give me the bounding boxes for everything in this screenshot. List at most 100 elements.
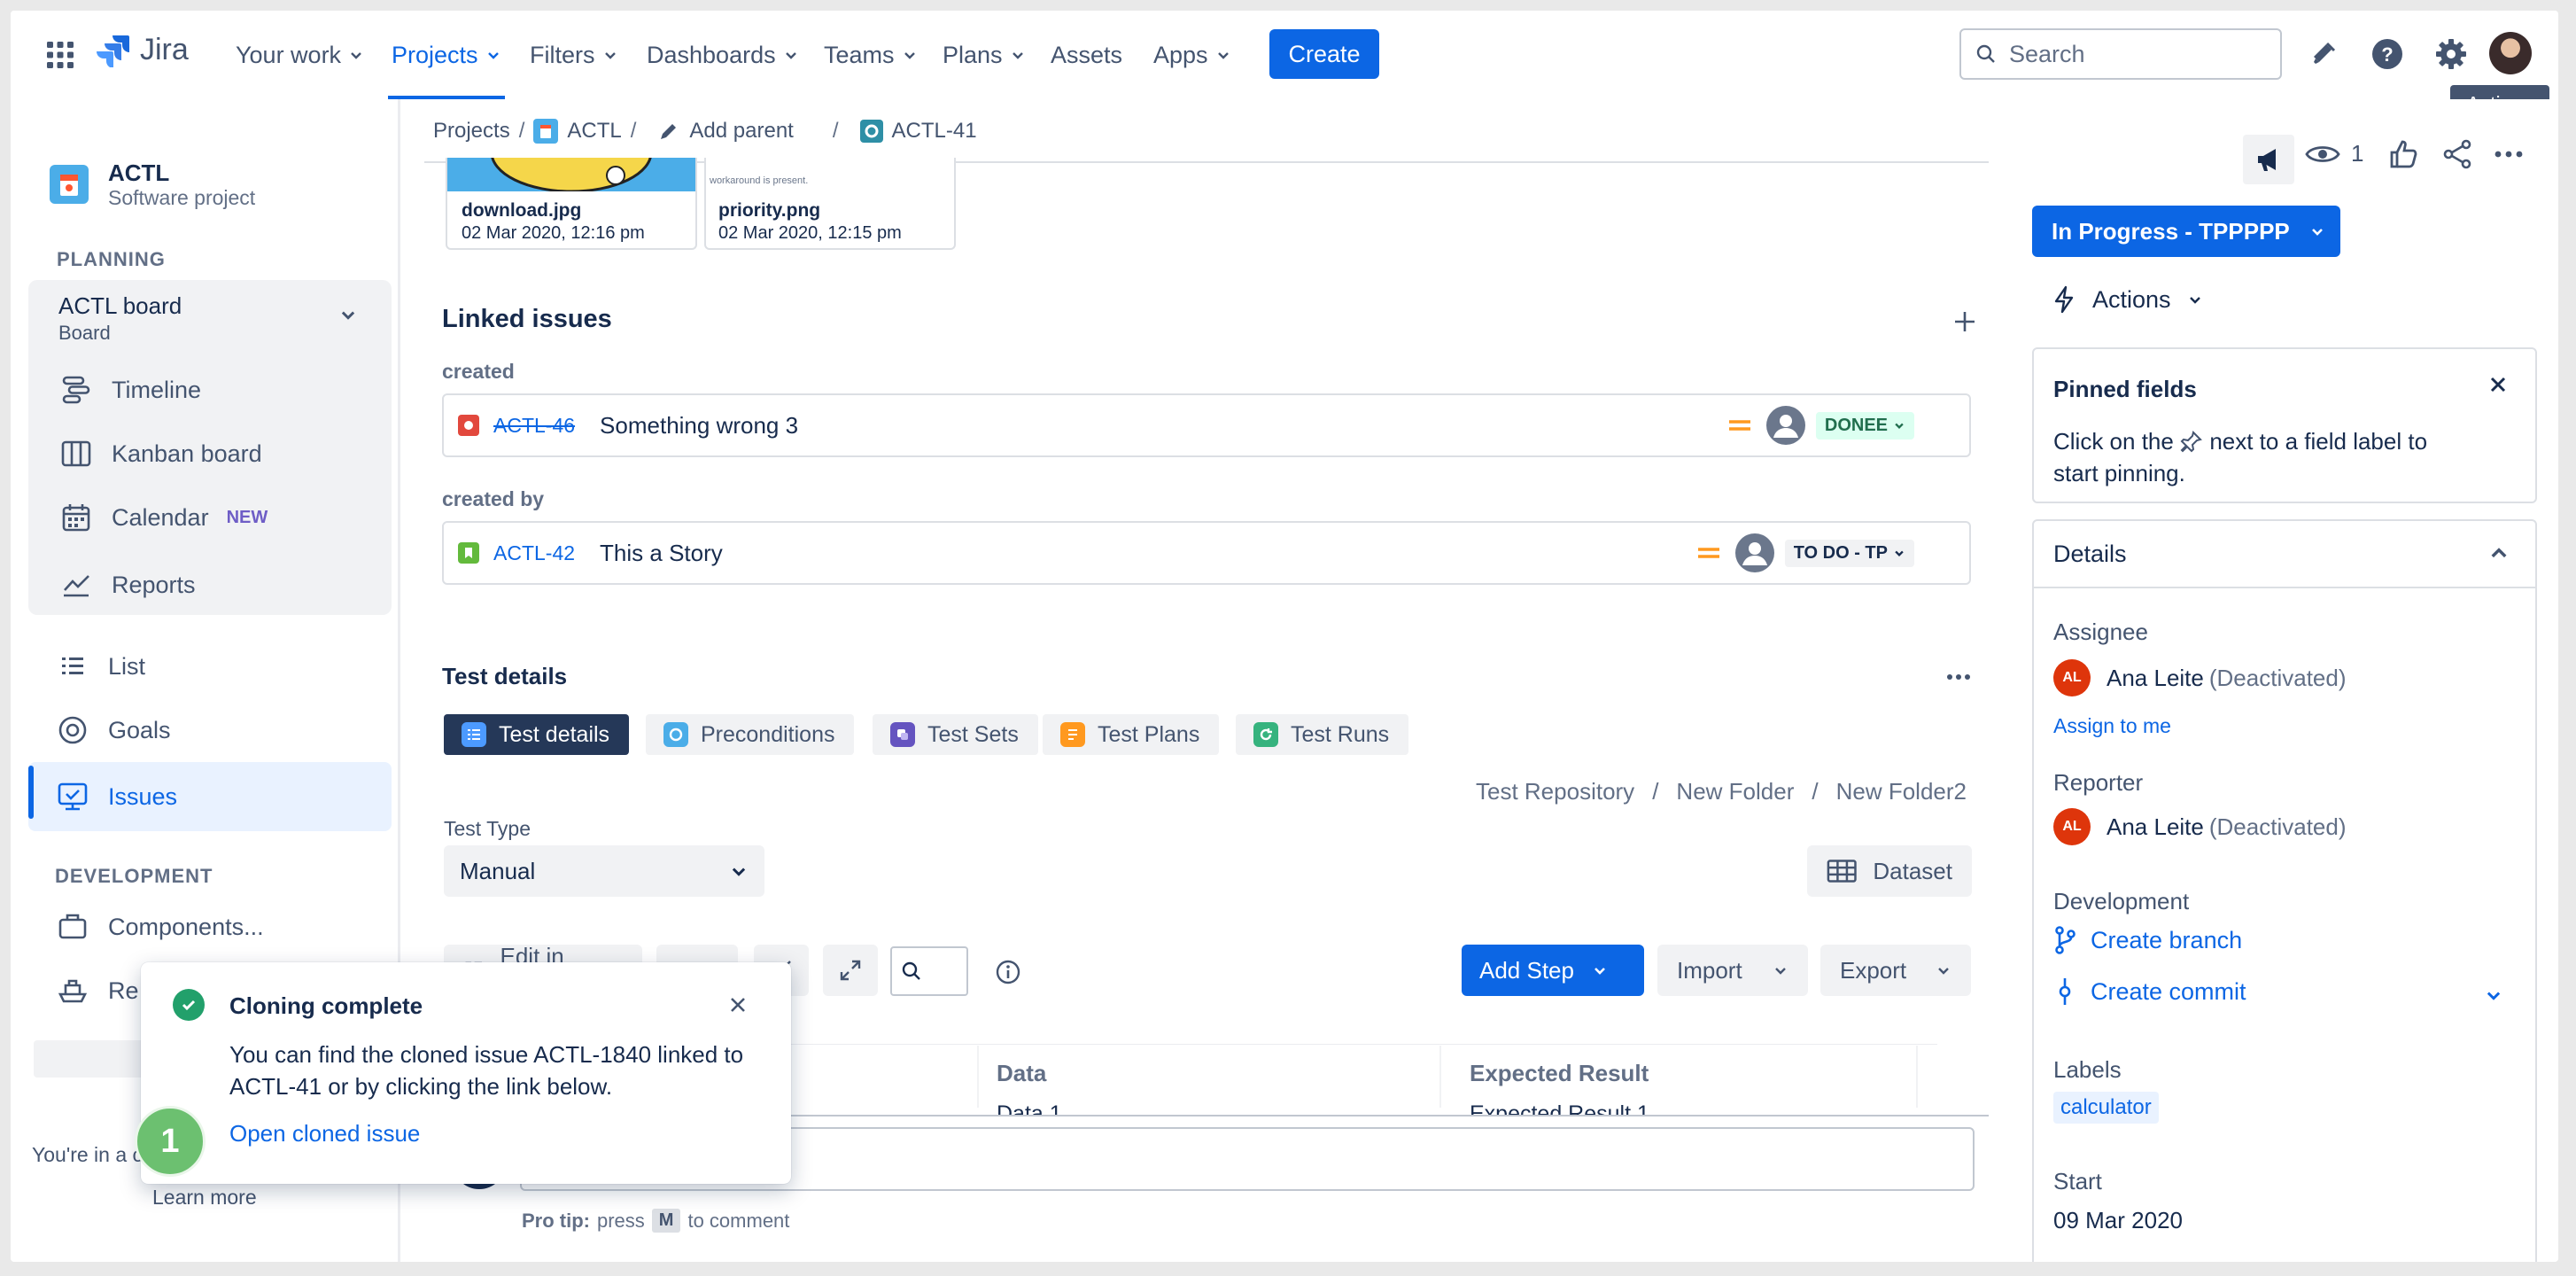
linked-issue-summary[interactable]: Something wrong 3 [600,412,798,440]
tab-test-details[interactable]: Test details [444,714,630,755]
like-thumbs-up-icon[interactable] [2388,138,2420,170]
start-label: Start [2053,1168,2102,1194]
project-name[interactable]: ACTL [108,160,169,187]
details-title[interactable]: Details [2053,541,2127,568]
path-segment[interactable]: Test Repository [1476,778,1634,805]
open-cloned-issue-link[interactable]: Open cloned issue [229,1120,420,1148]
test-type-select[interactable]: Manual [444,845,764,897]
attachment-card[interactable]: download.jpg 02 Mar 2020, 12:16 pm [446,158,697,250]
test-type-label: Test Type [444,817,531,840]
test-details-icon [462,722,486,747]
nav-filters[interactable]: Filters [530,39,618,71]
close-icon[interactable] [2486,372,2510,397]
user-avatar[interactable] [2489,32,2532,74]
board-name[interactable]: ACTL board [58,292,182,320]
sidebar-item-calendar[interactable]: Calendar NEW [28,487,383,548]
components-icon [58,914,87,939]
jira-logo[interactable]: Jira [96,32,189,67]
watchers-button[interactable]: 1 [2305,140,2363,167]
search-input[interactable]: Search [1959,28,2282,80]
path-segment[interactable]: New Folder [1676,778,1794,805]
notifications-icon[interactable] [2303,34,2344,74]
tab-test-plans[interactable]: Test Plans [1043,714,1220,755]
nav-projects[interactable]: Projects [392,39,501,71]
actions-dropdown[interactable]: Actions [2052,285,2203,314]
start-date-value[interactable]: 09 Mar 2020 [2053,1207,2183,1234]
chevron-down-icon[interactable] [338,305,358,324]
planning-heading: PLANNING [57,248,166,270]
export-button[interactable]: Export [1820,945,1971,996]
close-icon[interactable] [725,992,750,1017]
app-switcher-icon[interactable] [44,39,76,71]
linked-issue-row[interactable]: ACTL-42 This a Story TO DO - TP [442,521,1971,585]
sidebar-item-label: Re [108,976,139,1004]
nav-teams[interactable]: Teams [824,39,918,71]
add-linked-issue-icon[interactable] [1951,308,1978,335]
create-commit-link[interactable]: Create commit [2053,976,2246,1007]
export-label: Export [1840,956,1907,984]
nav-label: Plans [943,41,1003,68]
create-button[interactable]: Create [1269,29,1379,79]
status-lozenge[interactable]: DONEE [1815,411,1914,440]
tab-test-runs[interactable]: Test Runs [1236,714,1409,755]
sidebar-item-components[interactable]: Components... [28,897,383,957]
pencil-icon [661,124,677,139]
learn-more-link[interactable]: Learn more [152,1186,257,1210]
linked-issue-summary[interactable]: This a Story [600,540,723,567]
nav-label: Teams [824,41,895,68]
sidebar-item-list[interactable]: List [28,636,383,696]
step-expected-cell[interactable]: Expected Result 1 [1470,1101,1649,1115]
product-name: Jira [140,32,189,66]
path-segment[interactable]: New Folder2 [1836,778,1967,805]
assign-to-me-link[interactable]: Assign to me [2053,714,2171,738]
chevron-down-icon[interactable] [2484,985,2503,1005]
story-icon [458,542,479,564]
create-branch-link[interactable]: Create branch [2053,925,2242,955]
project-avatar-icon [533,119,559,144]
sidebar-item-goals[interactable]: Goals [28,700,383,760]
attachment-card[interactable]: workaround is present. priority.png 02 M… [704,158,956,250]
share-icon[interactable] [2441,138,2473,170]
steps-search-input[interactable] [890,946,968,996]
nav-plans[interactable]: Plans [943,39,1026,71]
add-parent-link[interactable]: Add parent [689,119,793,144]
nav-apps[interactable]: Apps [1153,39,1231,71]
label-tag[interactable]: calculator [2053,1092,2159,1124]
more-actions-icon[interactable] [2493,144,2525,165]
status-lozenge[interactable]: TO DO - TP [1784,539,1914,567]
feedback-megaphone-icon[interactable] [2243,135,2294,184]
sidebar-item-issues[interactable]: Issues [28,762,392,831]
linked-issue-row[interactable]: ACTL-46 Something wrong 3 DONEE [442,393,1971,457]
tab-preconditions[interactable]: Preconditions [646,714,855,755]
reporter-field[interactable]: AL Ana Leite (Deactivated) [2053,808,2347,845]
breadcrumb-issue-key[interactable]: ACTL-41 [892,119,977,144]
chevron-down-icon [604,52,616,59]
status-transition-button[interactable]: In Progress - TPPPPP [2032,206,2340,257]
tab-test-sets[interactable]: Test Sets [873,714,1038,755]
add-step-button[interactable]: Add Step [1462,945,1644,996]
chevron-up-icon[interactable] [2487,542,2510,565]
more-options-icon[interactable] [1944,666,1973,688]
nav-your-work[interactable]: Your work [236,39,364,71]
nav-label: Your work [236,41,342,68]
settings-gear-icon[interactable] [2431,34,2471,74]
nav-dashboards[interactable]: Dashboards [647,39,799,71]
nav-assets[interactable]: Assets [1051,39,1122,71]
sidebar-item-reports[interactable]: Reports [28,555,383,615]
dataset-button[interactable]: Dataset [1807,845,1972,897]
sidebar-item-timeline[interactable]: Timeline [28,360,383,420]
labels-label: Labels [2053,1056,2122,1083]
expand-button[interactable] [823,945,878,996]
help-icon[interactable]: ? [2367,34,2408,74]
import-button[interactable]: Import [1657,945,1808,996]
info-icon[interactable] [995,959,1021,985]
list-icon [62,657,83,674]
breadcrumb-project[interactable]: ACTL [567,119,621,144]
breadcrumb-projects[interactable]: Projects [433,119,510,144]
linked-issue-key[interactable]: ACTL-46 [493,414,575,438]
linked-issue-key[interactable]: ACTL-42 [493,541,575,565]
column-divider [1439,1046,1441,1108]
sidebar-item-kanban-board[interactable]: Kanban board [28,424,383,484]
step-data-cell[interactable]: Data 1 [997,1101,1062,1115]
assignee-field[interactable]: AL Ana Leite (Deactivated) [2053,659,2347,696]
